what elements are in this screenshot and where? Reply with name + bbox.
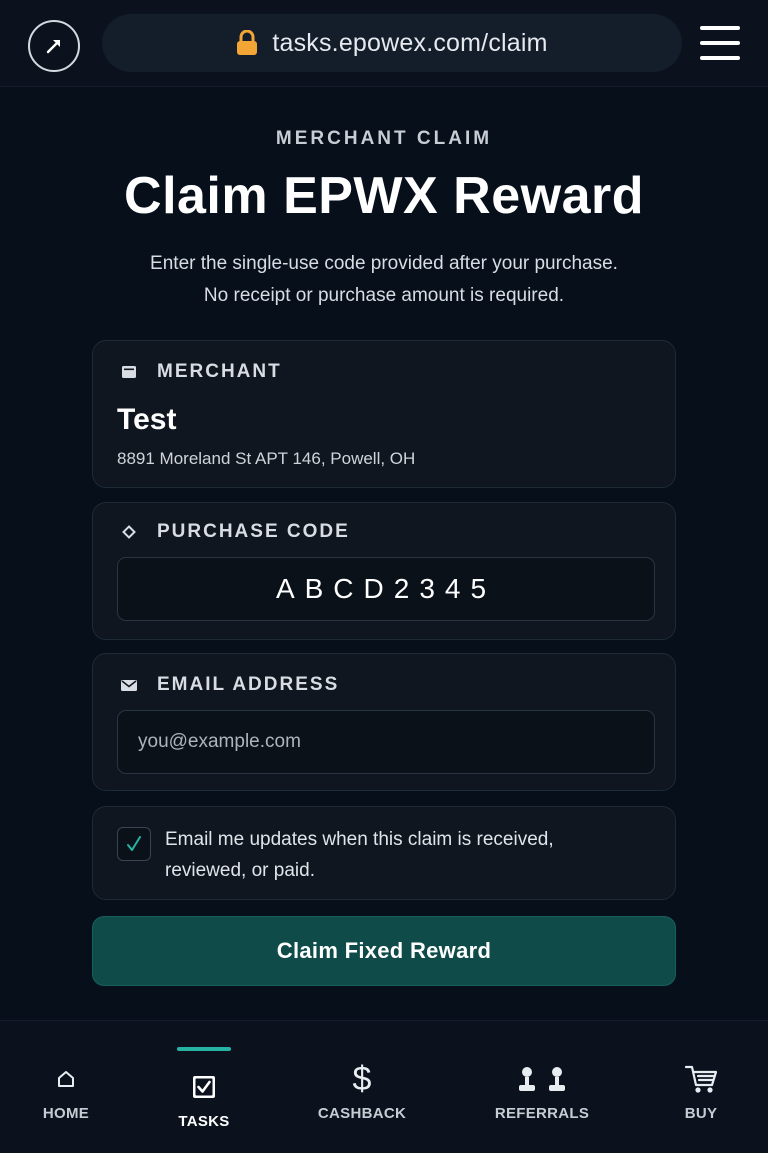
email-field[interactable] xyxy=(117,710,655,774)
claim-reward-button[interactable]: Claim Fixed Reward xyxy=(92,916,676,986)
email-label: EMAIL ADDRESS xyxy=(157,674,340,695)
checkbox-icon xyxy=(144,1067,264,1107)
purchase-code-card: PURCHASE CODE ABCD2345 xyxy=(92,502,676,640)
check-icon xyxy=(127,836,141,851)
nav-label: CASHBACK xyxy=(317,1105,407,1122)
browser-toolbar: tasks.epowex.com/claim xyxy=(0,0,768,87)
page-title: Claim EPWX Reward xyxy=(124,167,644,225)
home-icon xyxy=(6,1059,126,1099)
nav-item-home[interactable]: HOME xyxy=(6,1021,126,1153)
store-icon xyxy=(117,365,141,379)
lock-icon xyxy=(236,30,258,56)
page-subtitle: Enter the single-use code provided after… xyxy=(0,248,768,312)
merchant-card: MERCHANT Test 8891 Moreland St APT 146, … xyxy=(92,340,676,488)
merchant-name: Test xyxy=(117,403,177,436)
merchant-label: MERCHANT xyxy=(157,361,282,382)
nav-label: TASKS xyxy=(178,1113,230,1130)
nav-label: REFERRALS xyxy=(494,1105,590,1122)
dollar-icon: $ xyxy=(352,1059,372,1098)
diamond-icon xyxy=(117,525,141,539)
email-card: EMAIL ADDRESS xyxy=(92,653,676,791)
cart-icon xyxy=(641,1059,761,1099)
purchase-code-field[interactable]: ABCD2345 xyxy=(117,557,655,621)
nav-item-referrals[interactable]: REFERRALS xyxy=(482,1021,602,1153)
purchase-code-label: PURCHASE CODE xyxy=(157,521,350,542)
subtitle-line: No receipt or purchase amount is require… xyxy=(203,285,565,306)
nav-item-cashback[interactable]: $ CASHBACK xyxy=(302,1021,422,1153)
page-eyebrow: MERCHANT CLAIM xyxy=(275,128,493,149)
updates-checkbox[interactable] xyxy=(117,827,151,861)
bottom-nav: HOME TASKS $ CASHBACK REFERRALS BUY xyxy=(0,1020,768,1153)
nav-label: BUY xyxy=(684,1105,718,1122)
subtitle-line: Enter the single-use code provided after… xyxy=(150,253,618,274)
nav-label: HOME xyxy=(42,1105,90,1122)
hamburger-menu-icon[interactable] xyxy=(700,26,740,60)
updates-label: Email me updates when this claim is rece… xyxy=(165,829,554,881)
address-bar[interactable]: tasks.epowex.com/claim xyxy=(102,14,682,72)
arrow-diagonal-icon[interactable] xyxy=(28,20,80,72)
updates-card: Email me updates when this claim is rece… xyxy=(92,806,676,900)
nav-item-buy[interactable]: BUY xyxy=(641,1021,761,1153)
nav-item-tasks[interactable]: TASKS xyxy=(144,1021,264,1153)
merchant-address: 8891 Moreland St APT 146, Powell, OH xyxy=(117,449,416,468)
envelope-icon xyxy=(117,679,141,692)
url-text: tasks.epowex.com/claim xyxy=(272,28,548,57)
people-icon xyxy=(482,1059,602,1099)
